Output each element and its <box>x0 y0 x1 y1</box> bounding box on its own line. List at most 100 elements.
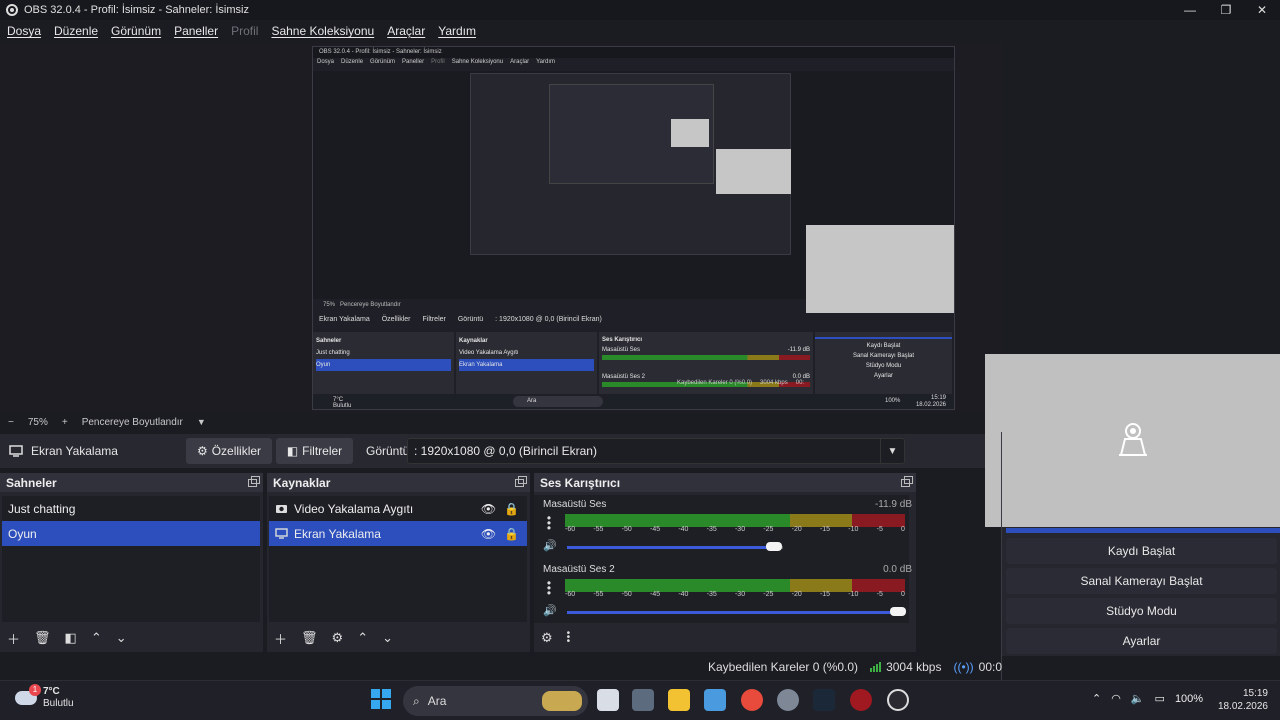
speaker-icon[interactable]: 🔊 <box>543 604 557 617</box>
controls-accent-bar <box>1006 528 1280 533</box>
microsoft-store-icon[interactable] <box>704 689 726 711</box>
wifi-icon[interactable]: ◠ <box>1111 692 1121 705</box>
speaker-icon[interactable]: 🔊 <box>543 539 557 552</box>
nested-ctrl: Sanal Kamerayı Başlat <box>852 353 915 359</box>
close-button[interactable]: ✕ <box>1244 0 1280 20</box>
tick-label: -60 <box>565 526 576 533</box>
volume-slider[interactable] <box>567 546 773 549</box>
maximize-button[interactable]: ❐ <box>1208 0 1244 20</box>
volume-knob[interactable] <box>890 607 906 616</box>
chevron-up-icon[interactable]: ⌃ <box>1092 692 1101 705</box>
move-up-icon[interactable]: ⌃ <box>91 630 102 646</box>
sources-footer: ＋ 🗑 ⚙ ⌃ ⌄ <box>267 624 530 652</box>
kebab-menu-icon[interactable]: • • • <box>543 512 555 534</box>
search-placeholder: Ara <box>427 694 447 708</box>
system-tray: ⌃ ◠ 🔈 ▭ 100% <box>1092 692 1203 706</box>
eye-icon[interactable]: 👁 <box>481 502 496 516</box>
taskbar-clock[interactable]: 15:19 18.02.2026 <box>1218 687 1268 713</box>
chevron-down-icon[interactable]: ▼ <box>880 439 904 463</box>
move-down-icon[interactable]: ⌄ <box>382 630 393 646</box>
studio-mode-button[interactable]: Stüdyo Modu <box>1006 598 1277 624</box>
nested-fit: Pencereye Boyutlandır <box>340 302 401 308</box>
float-dock-icon[interactable] <box>901 475 913 487</box>
properties-button[interactable]: ⚙ Özellikler <box>186 438 272 464</box>
task-view-icon[interactable] <box>597 689 619 711</box>
virtual-camera-button[interactable]: Sanal Kamerayı Başlat <box>1006 568 1277 594</box>
add-source-icon[interactable]: ＋ <box>274 629 287 648</box>
settings-app-icon[interactable] <box>777 689 799 711</box>
source-label: Ekran Yakalama <box>294 526 381 541</box>
trash-icon[interactable]: 🗑 <box>301 630 318 646</box>
move-up-icon[interactable]: ⌃ <box>357 630 368 646</box>
float-dock-icon[interactable] <box>248 475 260 487</box>
float-dock-icon[interactable] <box>515 475 527 487</box>
meter-ticks: -60 -55 -50 -45 -40 -35 -30 -25 -20 -15 … <box>565 526 905 536</box>
move-down-icon[interactable]: ⌄ <box>116 630 127 646</box>
tick-label: -20 <box>791 526 802 533</box>
fit-window-label[interactable]: Pencereye Boyutlandır <box>82 417 183 428</box>
minimize-button[interactable]: — <box>1172 0 1208 20</box>
menu-edit[interactable]: Düzenle <box>54 24 98 38</box>
menu-file[interactable]: Dosya <box>7 24 41 38</box>
volume-icon[interactable]: 🔈 <box>1131 692 1145 705</box>
gear-icon[interactable]: ⚙ <box>332 630 344 646</box>
mixer-channels: Masaüstü Ses -11.9 dB • • • -60 -55 -50 -4… <box>534 495 912 623</box>
nested-props: Özellikler <box>381 316 411 323</box>
mixer-footer: ⚙ • • • <box>534 624 916 652</box>
advanced-audio-gear-icon[interactable]: ⚙ <box>541 630 553 646</box>
scene-label: Just chatting <box>8 501 76 516</box>
nested-ctrl: Ayarlar <box>874 373 893 379</box>
eye-icon[interactable]: 👁 <box>481 527 496 541</box>
kebab-menu-icon[interactable]: • • • <box>543 577 555 599</box>
volume-knob[interactable] <box>766 542 782 551</box>
zoom-in-button[interactable]: + <box>62 417 68 428</box>
taskbar-search[interactable]: ⌕ Ara <box>403 686 588 716</box>
menu-scene-collection[interactable]: Sahne Koleksiyonu <box>271 24 374 38</box>
nested-preview <box>313 71 954 313</box>
zoom-dropdown-icon[interactable]: ▼ <box>197 417 206 427</box>
lock-icon[interactable]: 🔒 <box>504 502 519 516</box>
lock-icon[interactable]: 🔒 <box>504 527 519 541</box>
filter-icon[interactable]: ◧ <box>65 630 77 646</box>
obs-app-icon[interactable] <box>887 689 909 711</box>
game-app-icon[interactable] <box>850 689 872 711</box>
channel-name: Masaüstü Ses 2 <box>543 564 615 575</box>
mixer-menu-icon[interactable]: • • • <box>567 629 571 647</box>
menu-docks[interactable]: Paneller <box>174 24 218 38</box>
menu-profile[interactable]: Profil <box>231 24 258 38</box>
weather-widget[interactable]: 1 7°C Bulutlu <box>15 684 74 710</box>
gear-icon: ⚙ <box>196 444 208 458</box>
chrome-icon[interactable] <box>741 689 763 711</box>
add-scene-icon[interactable]: ＋ <box>7 629 20 648</box>
nested-menu-item: Sahne Koleksiyonu <box>451 59 504 65</box>
settings-button[interactable]: Ayarlar <box>1006 628 1277 654</box>
windows-start-icon[interactable] <box>371 689 391 709</box>
scene-item-just-chatting[interactable]: Just chatting <box>2 496 260 521</box>
tick-label: -60 <box>565 591 576 598</box>
file-explorer-icon[interactable] <box>668 689 690 711</box>
steam-icon[interactable] <box>813 689 835 711</box>
display-select[interactable]: : 1920x1080 @ 0,0 (Birincil Ekran) ▼ <box>407 438 905 464</box>
source-item-screen-capture[interactable]: Ekran Yakalama 👁 🔒 <box>269 521 527 546</box>
volume-slider[interactable] <box>567 611 897 614</box>
mixer-channel-1: Masaüstü Ses -11.9 dB • • • -60 -55 -50 -4… <box>540 495 915 559</box>
channel-name: Masaüstü Ses <box>543 499 607 510</box>
zoom-out-button[interactable]: − <box>8 417 14 428</box>
display-value: : 1920x1080 @ 0,0 (Birincil Ekran) <box>414 444 597 458</box>
filters-button[interactable]: ◧ Filtreler <box>276 438 353 464</box>
source-item-video-capture[interactable]: Video Yakalama Aygıtı 👁 🔒 <box>269 496 527 521</box>
nested-taskbar: 7°C Bulutlu Ara 100% 15:19 18.02.2026 <box>313 394 954 409</box>
nested-timer: 00: <box>795 380 805 386</box>
menu-help[interactable]: Yardım <box>438 24 476 38</box>
start-recording-button[interactable]: Kaydı Başlat <box>1006 538 1277 564</box>
properties-label: Özellikler <box>211 444 262 458</box>
menu-tools[interactable]: Araçlar <box>387 24 425 38</box>
status-bar: Kaybedilen Kareler 0 (%0.0) 3004 kbps ((… <box>0 656 1002 678</box>
battery-icon[interactable]: ▭ <box>1155 692 1165 705</box>
camera-app-icon[interactable] <box>632 689 654 711</box>
menu-view[interactable]: Görünüm <box>111 24 161 38</box>
scene-item-oyun[interactable]: Oyun <box>2 521 260 546</box>
source-toolbar: Ekran Yakalama ⚙ Özellikler ◧ Filtreler … <box>0 434 985 468</box>
windows-taskbar: 1 7°C Bulutlu ⌕ Ara ⌃ ◠ 🔈 ▭ 100% 15:19 1… <box>0 680 1280 720</box>
trash-icon[interactable]: 🗑 <box>34 630 51 646</box>
